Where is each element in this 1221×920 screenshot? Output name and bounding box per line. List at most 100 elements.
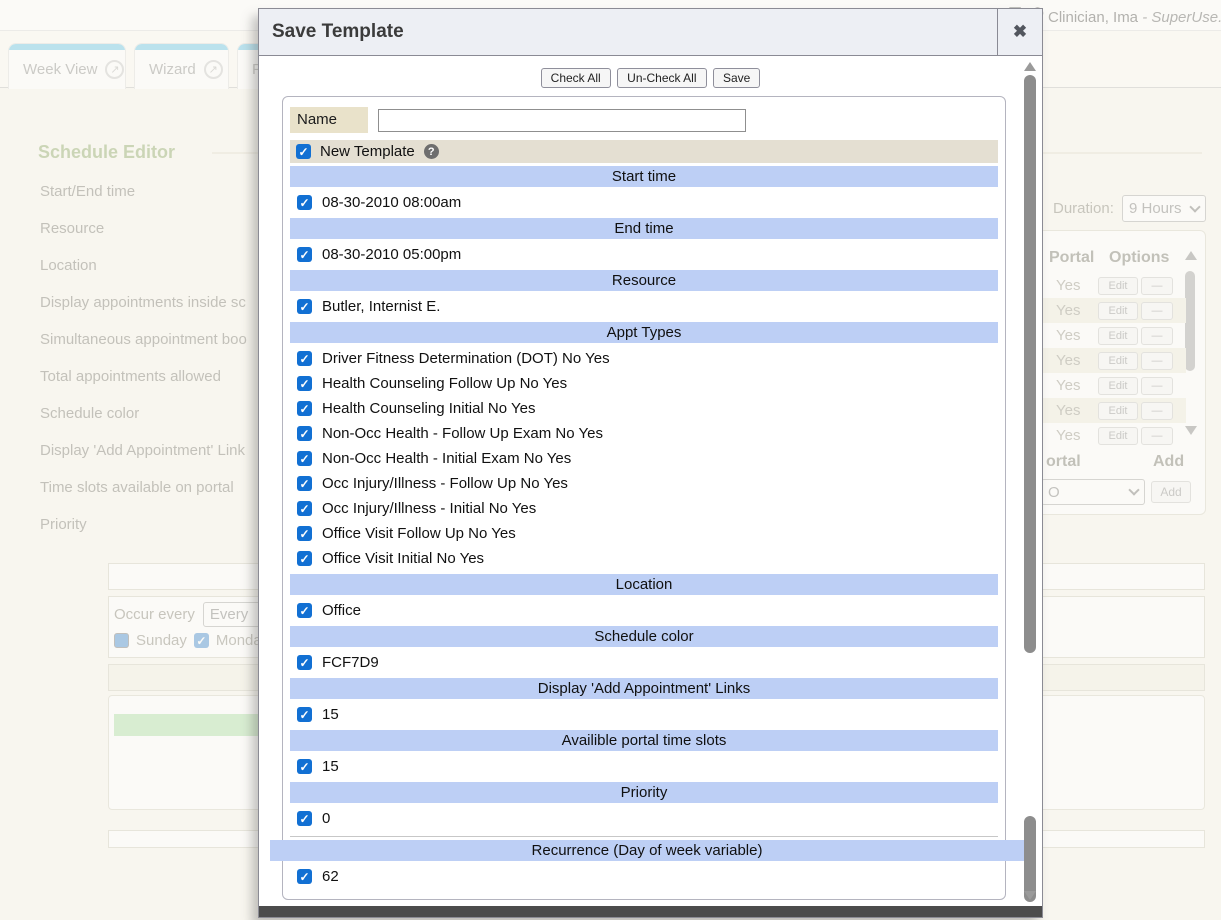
section-header-bar: Appt Types xyxy=(290,322,998,343)
item-checkbox[interactable] xyxy=(297,476,312,491)
item-checkbox[interactable] xyxy=(297,501,312,516)
item-label: FCF7D9 xyxy=(322,654,379,671)
portal-yes-value: Yes xyxy=(1056,427,1098,444)
scroll-up-icon[interactable] xyxy=(1024,62,1036,71)
template-sections: Start time08-30-2010 08:00amEnd time08-3… xyxy=(290,166,998,831)
template-option-item[interactable]: 15 xyxy=(290,702,998,727)
item-checkbox[interactable] xyxy=(297,299,312,314)
portal-yes-value: Yes xyxy=(1056,277,1098,294)
item-label: Health Counseling Initial No Yes xyxy=(322,400,535,417)
template-option-item[interactable]: FCF7D9 xyxy=(290,650,998,675)
section-header-bar: Resource xyxy=(290,270,998,291)
edit-button[interactable]: Edit xyxy=(1098,327,1138,345)
edit-button[interactable]: Edit xyxy=(1098,302,1138,320)
scroll-up-icon[interactable] xyxy=(1185,251,1197,260)
template-option-item[interactable]: Office xyxy=(290,598,998,623)
open-in-new-icon[interactable]: ↗ xyxy=(204,60,223,79)
item-checkbox[interactable] xyxy=(297,401,312,416)
item-checkbox[interactable] xyxy=(297,526,312,541)
section-header-bar: Display 'Add Appointment' Links xyxy=(290,678,998,699)
scroll-down-icon[interactable] xyxy=(1185,426,1197,435)
chevron-down-icon xyxy=(1128,484,1139,495)
template-option-item[interactable]: 62 xyxy=(290,864,998,889)
item-checkbox[interactable] xyxy=(297,551,312,566)
edit-button[interactable]: Edit xyxy=(1098,377,1138,395)
template-option-item[interactable]: Non-Occ Health - Initial Exam No Yes xyxy=(290,446,998,471)
template-option-item[interactable]: Butler, Internist E. xyxy=(290,294,998,319)
save-button-top[interactable]: Save xyxy=(713,68,760,88)
duration-select[interactable]: 9 Hours xyxy=(1122,195,1206,222)
edit-button[interactable]: Edit xyxy=(1098,427,1138,445)
uncheck-all-button[interactable]: Un-Check All xyxy=(617,68,706,88)
item-label: 0 xyxy=(322,810,330,827)
dash-button[interactable]: — xyxy=(1141,277,1173,295)
dash-button[interactable]: — xyxy=(1141,377,1173,395)
item-checkbox[interactable] xyxy=(297,426,312,441)
check-all-button[interactable]: Check All xyxy=(541,68,611,88)
template-option-item[interactable]: 15 xyxy=(290,754,998,779)
item-checkbox[interactable] xyxy=(297,655,312,670)
weekday-checkbox[interactable] xyxy=(194,633,209,648)
template-option-item[interactable]: Driver Fitness Determination (DOT) No Ye… xyxy=(290,346,998,371)
item-checkbox[interactable] xyxy=(297,376,312,391)
template-option-item[interactable]: Office Visit Initial No Yes xyxy=(290,546,998,571)
item-checkbox[interactable] xyxy=(297,707,312,722)
edit-button[interactable]: Edit xyxy=(1098,277,1138,295)
editor-field-label: Start/End time xyxy=(40,183,247,220)
close-icon[interactable]: ✖ xyxy=(997,9,1042,55)
scrollbar-thumb[interactable] xyxy=(1024,75,1036,653)
new-template-row[interactable]: New Template ? xyxy=(290,140,998,163)
item-checkbox[interactable] xyxy=(297,869,312,884)
appt-option-row: YesEdit— xyxy=(1038,398,1186,423)
section-header-bar: Start time xyxy=(290,166,998,187)
tab-week-view[interactable]: Week View ↗ xyxy=(8,43,126,89)
template-option-item[interactable]: Occ Injury/Illness - Initial No Yes xyxy=(290,496,998,521)
help-icon[interactable]: ? xyxy=(424,144,439,159)
edit-button[interactable]: Edit xyxy=(1098,402,1138,420)
modal-scrollbar[interactable] xyxy=(1022,59,1039,903)
add-button[interactable]: Add xyxy=(1151,481,1191,503)
template-option-item[interactable]: Health Counseling Initial No Yes xyxy=(290,396,998,421)
modal-body: Check All Un-Check All Save Name New Tem… xyxy=(259,56,1042,906)
template-option-item[interactable]: Non-Occ Health - Follow Up Exam No Yes xyxy=(290,421,998,446)
open-in-new-icon[interactable]: ↗ xyxy=(105,60,124,79)
item-label: Driver Fitness Determination (DOT) No Ye… xyxy=(322,350,610,367)
portal-yes-value: Yes xyxy=(1056,377,1098,394)
tab-wizard[interactable]: Wizard ↗ xyxy=(134,43,229,89)
edit-button[interactable]: Edit xyxy=(1098,352,1138,370)
item-checkbox[interactable] xyxy=(297,351,312,366)
item-checkbox[interactable] xyxy=(297,759,312,774)
template-option-item[interactable]: 0 xyxy=(290,806,998,831)
template-option-item[interactable]: Office Visit Follow Up No Yes xyxy=(290,521,998,546)
schedule-editor-title: Schedule Editor xyxy=(38,142,175,163)
scroll-down-icon[interactable] xyxy=(1024,891,1036,900)
template-option-item[interactable]: 08-30-2010 08:00am xyxy=(290,190,998,215)
new-template-checkbox[interactable] xyxy=(296,144,311,159)
editor-field-label: Display appointments inside sc xyxy=(40,294,247,331)
template-option-item[interactable]: 08-30-2010 05:00pm xyxy=(290,242,998,267)
scrollbar-thumb-inner[interactable] xyxy=(1024,816,1036,902)
add-appt-select[interactable]: O xyxy=(1041,479,1145,505)
appt-option-row: YesEdit— xyxy=(1038,373,1186,398)
dash-button[interactable]: — xyxy=(1141,352,1173,370)
template-name-input[interactable] xyxy=(378,109,746,132)
editor-field-labels: Start/End timeResourceLocationDisplay ap… xyxy=(40,183,247,553)
template-option-item[interactable]: Health Counseling Follow Up No Yes xyxy=(290,371,998,396)
appt-option-row: YesEdit— xyxy=(1038,273,1186,298)
scrollbar-thumb[interactable] xyxy=(1185,271,1195,371)
template-option-item[interactable]: Occ Injury/Illness - Follow Up No Yes xyxy=(290,471,998,496)
item-checkbox[interactable] xyxy=(297,195,312,210)
section-header-bar: Priority xyxy=(290,782,998,803)
item-checkbox[interactable] xyxy=(297,603,312,618)
item-label: Occ Injury/Illness - Follow Up No Yes xyxy=(322,475,568,492)
portal-add-header: ortal xyxy=(1046,453,1081,471)
modal-title: Save Template xyxy=(259,9,997,55)
item-checkbox[interactable] xyxy=(297,451,312,466)
dash-button[interactable]: — xyxy=(1141,427,1173,445)
item-checkbox[interactable] xyxy=(297,811,312,826)
dash-button[interactable]: — xyxy=(1141,327,1173,345)
item-checkbox[interactable] xyxy=(297,247,312,262)
weekday-checkbox[interactable] xyxy=(114,633,129,648)
dash-button[interactable]: — xyxy=(1141,402,1173,420)
dash-button[interactable]: — xyxy=(1141,302,1173,320)
